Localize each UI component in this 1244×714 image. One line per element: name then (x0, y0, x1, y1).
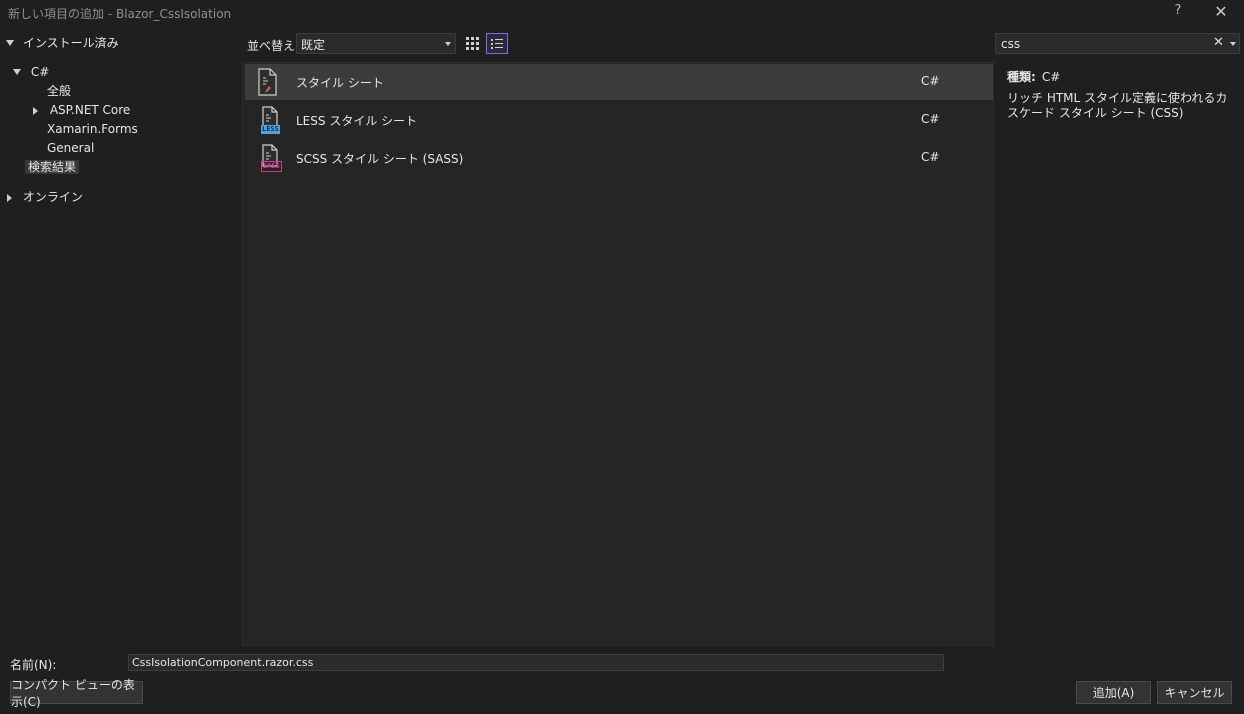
template-type: 種類: C# (1007, 68, 1060, 85)
collapsed-arrow-icon[interactable] (33, 106, 38, 115)
list-view-button[interactable] (486, 33, 508, 54)
clear-search-button[interactable]: ✕ (1213, 35, 1224, 50)
cancel-button[interactable]: キャンセル (1157, 681, 1232, 704)
type-value: C# (1041, 70, 1061, 84)
sort-value: 既定 (301, 38, 326, 52)
tree-node-xamarin-forms[interactable]: Xamarin.Forms (47, 120, 138, 138)
list-view-icon (491, 37, 503, 51)
template-name: SCSS スタイル シート (SASS) (296, 152, 464, 166)
scss-file-icon: SASS (255, 144, 282, 172)
type-label: 種類: (1007, 70, 1036, 84)
tree-node-label: C# (30, 65, 50, 79)
tree-node-all[interactable]: 全般 (47, 82, 71, 100)
tree-node-label: ASP.NET Core (49, 103, 131, 117)
tree-node-csharp[interactable]: C# (13, 63, 49, 81)
template-name: スタイル シート (296, 76, 384, 90)
template-language: C# (921, 150, 940, 164)
sort-dropdown[interactable]: 既定 (296, 33, 456, 54)
less-badge: LESS (261, 125, 280, 134)
collapsed-arrow-icon[interactable] (7, 193, 12, 202)
template-item-less[interactable]: LESS LESS スタイル シート C# (245, 102, 993, 138)
tree-node-label: 検索結果 (25, 160, 80, 174)
tree-node-search-results[interactable]: 検索結果 (25, 158, 80, 176)
chevron-down-icon (445, 42, 451, 46)
window-title: 新しい項目の追加 - Blazor_CssIsolation (8, 7, 232, 21)
tree-node-aspnet-core[interactable]: ASP.NET Core (33, 101, 130, 119)
name-label: 名前(N): (10, 658, 57, 672)
template-item-scss[interactable]: SASS SCSS スタイル シート (SASS) C# (245, 140, 993, 176)
expanded-arrow-icon[interactable] (6, 39, 14, 46)
search-options-chevron-icon[interactable] (1230, 42, 1236, 46)
tree-node-installed[interactable]: インストール済み (6, 34, 119, 52)
template-language: C# (921, 74, 940, 88)
search-input[interactable] (1001, 36, 1206, 51)
grid-view-icon (465, 37, 479, 50)
file-name-input[interactable] (128, 654, 944, 671)
template-list: スタイル シート C# LESS LESS スタイル シート C# SASS S… (242, 62, 994, 646)
template-language: C# (921, 112, 940, 126)
template-category-tree: インストール済み C# 全般 ASP.NET Core Xamarin.Form… (0, 28, 240, 646)
sort-label: 並べ替え: (247, 39, 300, 53)
template-item-stylesheet[interactable]: スタイル シート C# (245, 64, 993, 100)
template-name: LESS スタイル シート (296, 114, 418, 128)
expanded-arrow-icon[interactable] (13, 68, 21, 75)
tree-node-online[interactable]: オンライン (7, 188, 83, 206)
compact-view-button[interactable]: コンパクト ビューの表示(C) (10, 678, 143, 709)
template-description: リッチ HTML スタイル定義に使われるカスケード スタイル シート (CSS) (1007, 91, 1228, 120)
search-box[interactable]: ✕ (995, 33, 1240, 54)
title-bar: 新しい項目の追加 - Blazor_CssIsolation ? ✕ (0, 0, 1244, 26)
help-button[interactable]: ? (1172, 3, 1184, 18)
tree-node-label: インストール済み (22, 36, 119, 50)
add-button[interactable]: 追加(A) (1076, 681, 1151, 704)
sass-badge: SASS (261, 161, 282, 172)
tree-node-general[interactable]: General (47, 139, 94, 157)
close-button[interactable]: ✕ (1212, 2, 1230, 21)
small-icons-view-button[interactable] (461, 33, 483, 54)
less-file-icon: LESS (255, 106, 280, 134)
stylesheet-file-icon (255, 68, 279, 96)
tree-node-label: オンライン (22, 190, 83, 204)
